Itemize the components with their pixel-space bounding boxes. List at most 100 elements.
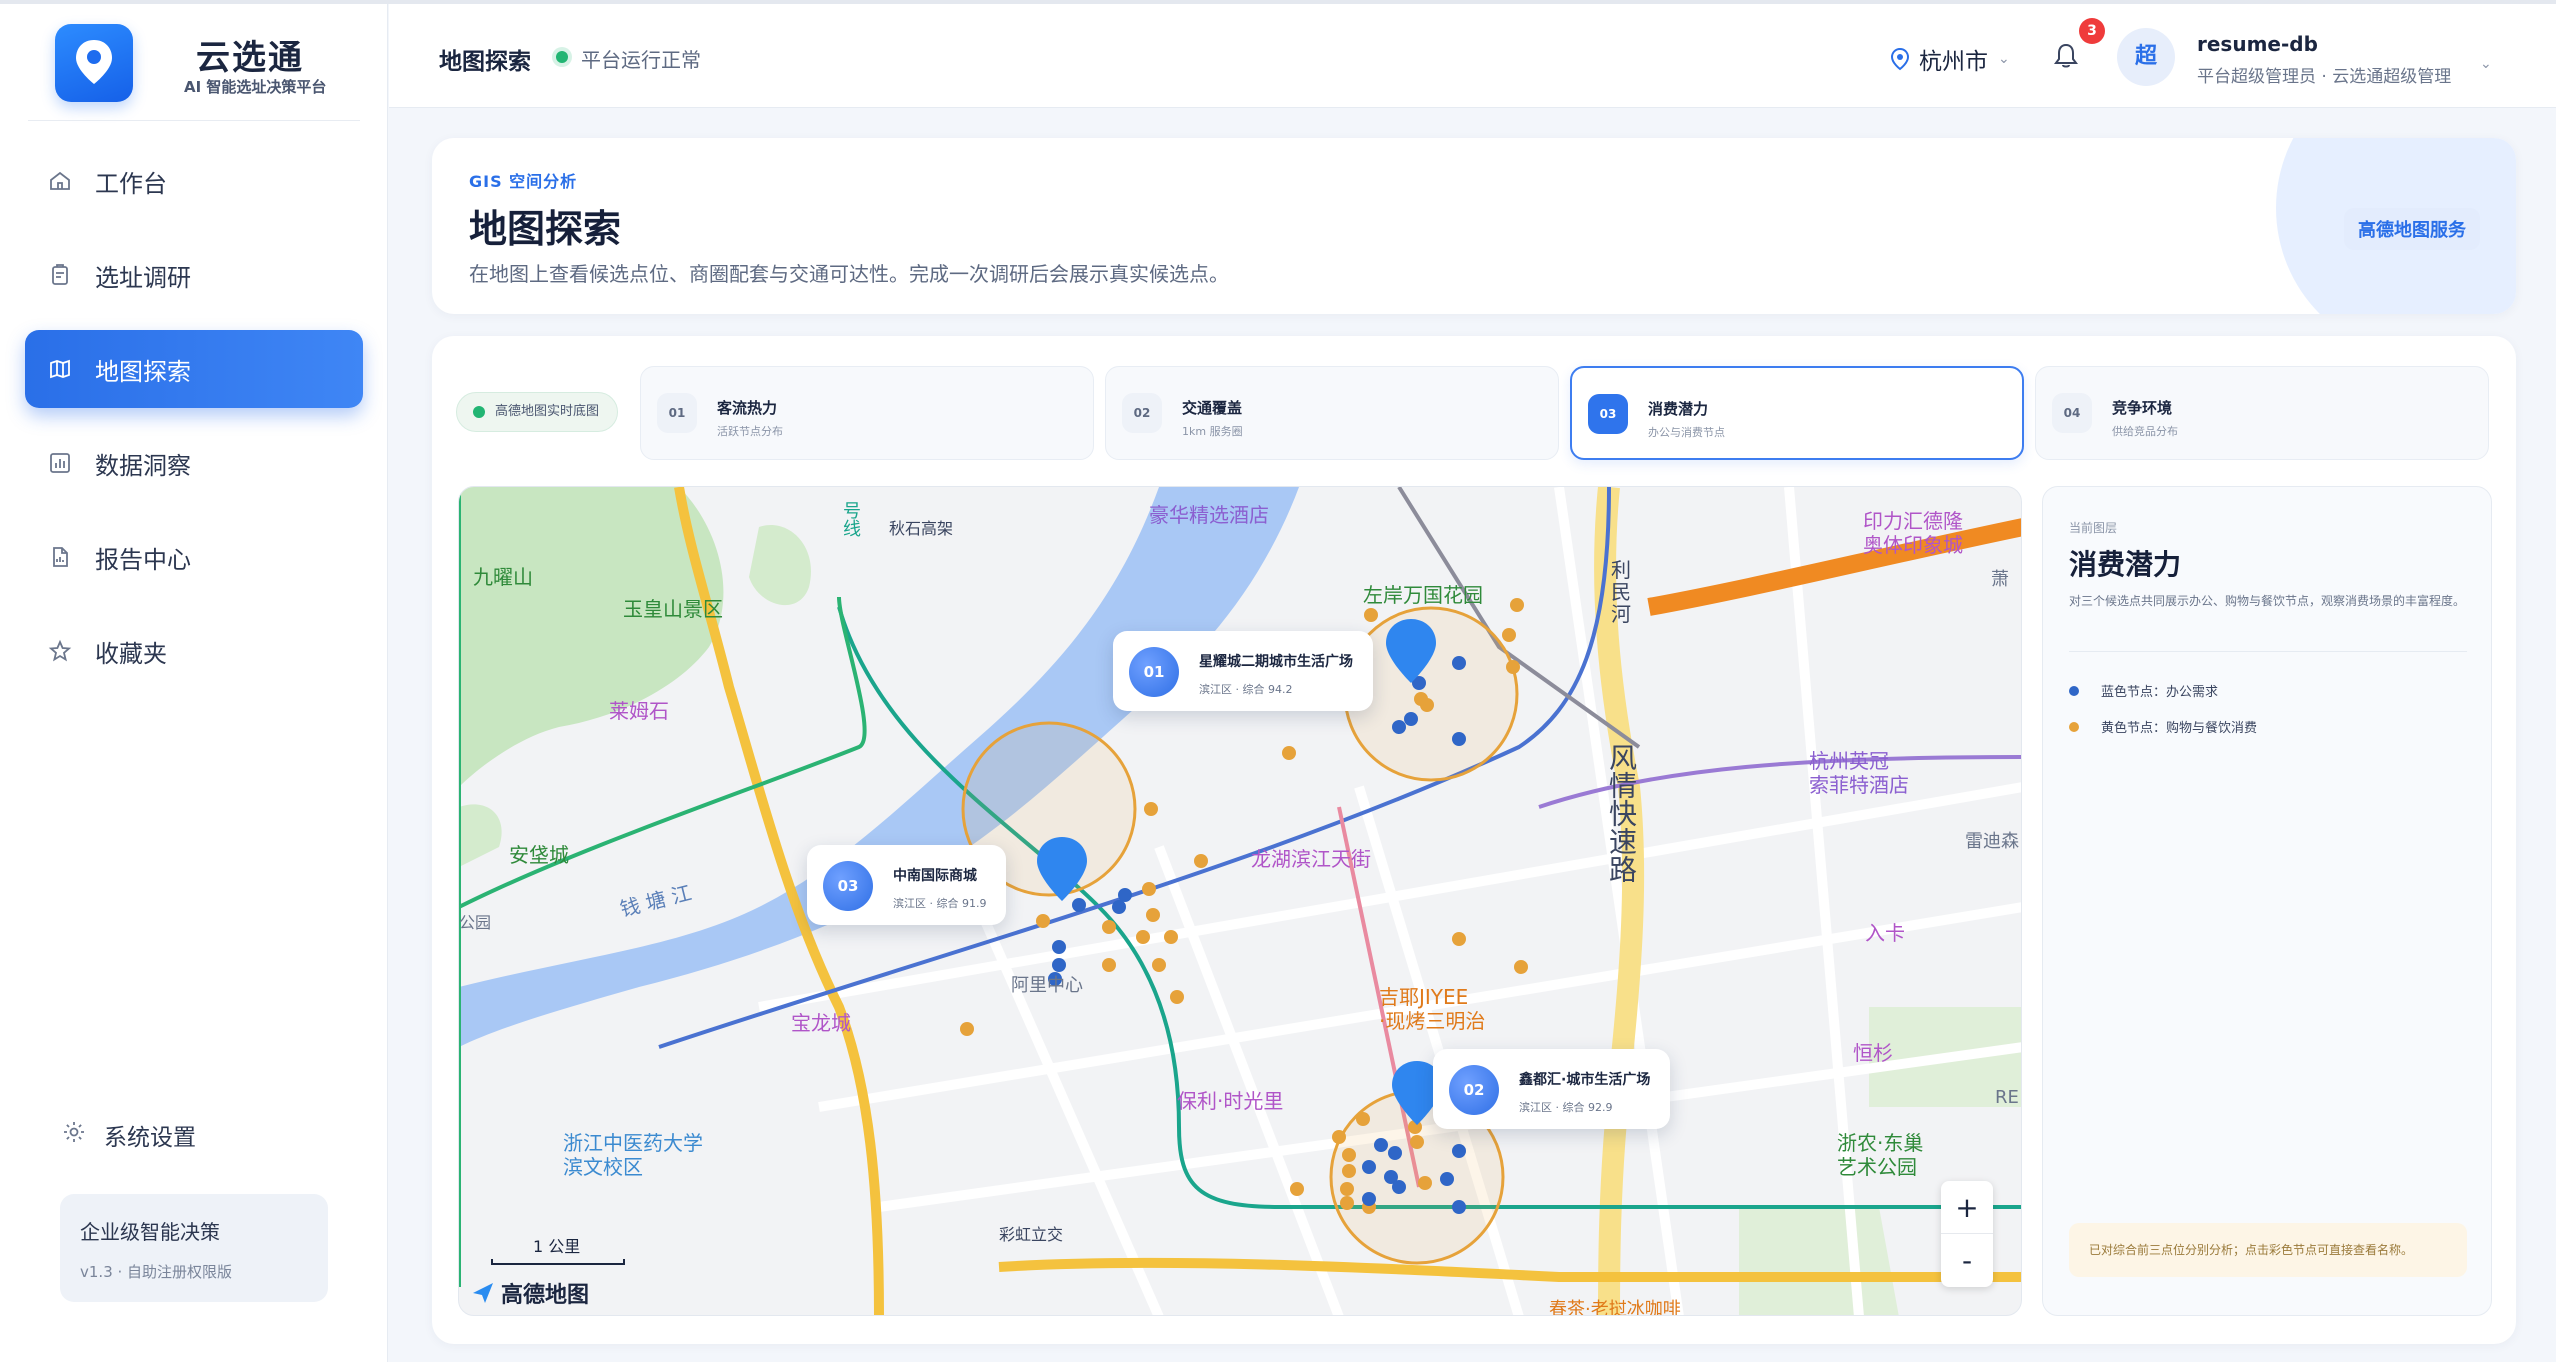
notification-bell[interactable] bbox=[2053, 42, 2079, 74]
city-name: 杭州市 bbox=[1919, 49, 1988, 75]
layer-divider bbox=[2069, 651, 2467, 652]
location-pin-icon bbox=[76, 40, 112, 84]
step-subtitle: 办公与消费节点 bbox=[1648, 426, 1725, 439]
candidate-number: 03 bbox=[823, 861, 873, 911]
map-canvas[interactable]: 钱 塘 江 号线 秋石高架 豪华精选酒店 印力汇德隆 奥体印象城 萧 九曜山 玉… bbox=[458, 486, 2022, 1316]
map-label-leidi: 雷迪森 bbox=[1965, 831, 2019, 852]
brand-tagline: AI 智能选址决策平台 bbox=[184, 78, 327, 96]
candidate-number: 01 bbox=[1129, 647, 1179, 697]
candidate-card-03[interactable]: 03 中南国际商城 滨江区 · 综合 91.9 bbox=[807, 845, 1007, 925]
map-label-baoli: 保利·时光里 bbox=[1177, 1089, 1284, 1113]
chevron-down-icon: ⌄ bbox=[1998, 51, 2010, 67]
page-title: 地图探索 bbox=[439, 49, 531, 75]
gear-icon bbox=[62, 1120, 86, 1150]
map-label-park: 公园 bbox=[459, 913, 492, 932]
map-label-limin-3: 河 bbox=[1611, 602, 1631, 626]
brand-logo[interactable] bbox=[55, 24, 133, 102]
home-icon bbox=[45, 166, 75, 196]
sidebar-item-label: 收藏夹 bbox=[95, 639, 167, 668]
live-dot bbox=[473, 406, 485, 418]
sidebar-item-workbench[interactable]: 工作台 bbox=[25, 142, 363, 220]
sidebar-item-report-center[interactable]: 报告中心 bbox=[25, 518, 363, 596]
map-label-hengshan: 恒杉 bbox=[1853, 1041, 1893, 1065]
step-title: 消费潜力 bbox=[1648, 400, 1709, 418]
step-number: 01 bbox=[657, 393, 697, 433]
legend-label: 蓝色节点：办公需求 bbox=[2101, 685, 2219, 700]
user-name[interactable]: resume-db bbox=[2197, 32, 2318, 56]
step-subtitle: 供给竞品分布 bbox=[2112, 425, 2178, 438]
map-label-ruka: 入卡 bbox=[1865, 921, 1905, 945]
sidebar-item-favorites[interactable]: 收藏夹 bbox=[25, 612, 363, 690]
map-label-zhongyi2: 滨文校区 bbox=[563, 1155, 643, 1179]
amap-service-tag: 高德地图服务 bbox=[2344, 208, 2480, 250]
legend-dot-blue bbox=[2069, 685, 2079, 696]
step-subtitle: 活跃节点分布 bbox=[717, 425, 783, 438]
settings-label: 系统设置 bbox=[104, 1125, 196, 1151]
map-label-limin-1: 利 bbox=[1611, 558, 1631, 582]
map-label-fengqing: 风情快速路 bbox=[1605, 743, 1638, 883]
map-label-road: 秋石高架 bbox=[889, 519, 954, 538]
map-label-river: 钱 塘 江 bbox=[617, 880, 694, 922]
map-label-baolong: 宝龙城 bbox=[791, 1011, 851, 1035]
legend-dot-yellow bbox=[2069, 721, 2079, 732]
location-icon bbox=[1890, 47, 1910, 71]
sidebar-item-label: 地图探索 bbox=[95, 357, 191, 386]
amap-logo: 高德地图 bbox=[469, 1277, 589, 1309]
avatar[interactable]: 超 bbox=[2117, 28, 2175, 86]
user-role: 平台超级管理员 · 云选通超级管理 bbox=[2197, 67, 2452, 87]
sidebar-item-label: 报告中心 bbox=[95, 545, 191, 574]
candidate-card-02[interactable]: 02 鑫都汇·城市生活广场 滨江区 · 综合 92.9 bbox=[1433, 1049, 1671, 1129]
map-label-zuoan: 左岸万国花园 bbox=[1363, 583, 1483, 607]
tab-passenger-heat[interactable]: 01 客流热力 活跃节点分布 bbox=[640, 366, 1094, 460]
chevron-down-icon[interactable]: ⌄ bbox=[2480, 56, 2492, 72]
enterprise-title: 企业级智能决策 bbox=[80, 1220, 220, 1244]
zoom-out-button[interactable]: - bbox=[1941, 1234, 1993, 1287]
system-settings-link[interactable]: 系统设置 bbox=[62, 1118, 196, 1152]
map-label-yinli2: 奥体印象城 bbox=[1863, 533, 1963, 557]
sidebar-divider bbox=[28, 120, 360, 121]
live-chip-label: 高德地图实时底图 bbox=[495, 404, 600, 419]
hero-title: 地图探索 bbox=[469, 207, 622, 251]
candidate-name: 星耀城二期城市生活广场 bbox=[1199, 654, 1353, 670]
map-label-line: 号线 bbox=[840, 501, 861, 537]
candidate-score: 滨江区 · 综合 92.9 bbox=[1519, 1101, 1613, 1114]
notification-badge: 3 bbox=[2079, 18, 2105, 44]
tab-competition[interactable]: 04 竞争环境 供给竞品分布 bbox=[2035, 366, 2489, 460]
brand-name: 云选通 bbox=[196, 38, 304, 78]
sidebar: 云选通 AI 智能选址决策平台 工作台 选址调研 地图探索 数据洞察 报告中心 bbox=[0, 4, 388, 1362]
map-label-yuhuang: 玉皇山景区 bbox=[623, 597, 723, 621]
bar-chart-icon bbox=[45, 448, 75, 478]
scale-bar bbox=[491, 1259, 625, 1265]
legend-label: 黄色节点：购物与餐饮消费 bbox=[2101, 721, 2258, 736]
candidate-card-01[interactable]: 01 星耀城二期城市生活广场 滨江区 · 综合 94.2 bbox=[1113, 631, 1373, 711]
map-icon bbox=[45, 354, 75, 384]
map-label-re: RE bbox=[1995, 1087, 2019, 1108]
enterprise-version: v1.3 · 自助注册权限版 bbox=[80, 1263, 233, 1281]
tab-traffic-coverage[interactable]: 02 交通覆盖 1km 服务圈 bbox=[1105, 366, 1559, 460]
document-icon bbox=[45, 542, 75, 572]
enterprise-card: 企业级智能决策 v1.3 · 自助注册权限版 bbox=[60, 1194, 328, 1302]
hero-card: GIS 空间分析 地图探索 在地图上查看候选点位、商圈配套与交通可达性。完成一次… bbox=[432, 138, 2516, 314]
sidebar-item-data-insight[interactable]: 数据洞察 bbox=[25, 424, 363, 502]
city-selector[interactable]: 杭州市 ⌄ bbox=[1889, 42, 2010, 76]
map-label-jiye2: ·现烤三明治 bbox=[1379, 1009, 1486, 1033]
step-number: 02 bbox=[1122, 393, 1162, 433]
sidebar-item-label: 选址调研 bbox=[95, 263, 191, 292]
legend-consumption: 黄色节点：购物与餐饮消费 bbox=[2069, 717, 2257, 736]
zoom-in-button[interactable]: + bbox=[1941, 1181, 1993, 1234]
map-label-ali: 阿里中心 bbox=[1011, 975, 1083, 996]
legend-office: 蓝色节点：办公需求 bbox=[2069, 681, 2218, 700]
hero-kicker: GIS 空间分析 bbox=[469, 172, 578, 191]
step-title: 交通覆盖 bbox=[1182, 399, 1243, 417]
layer-info-card: 当前图层 消费潜力 对三个候选点共同展示办公、购物与餐饮节点，观察消费场景的丰富… bbox=[2042, 486, 2492, 1316]
candidate-name: 中南国际商城 bbox=[893, 868, 977, 884]
live-basemap-chip: 高德地图实时底图 bbox=[456, 392, 619, 432]
map-label-zhenong2: 艺术公园 bbox=[1837, 1155, 1917, 1179]
tab-consumption-potential[interactable]: 03 消费潜力 办公与消费节点 bbox=[1570, 366, 2024, 460]
amap-logo-text: 高德地图 bbox=[501, 1283, 590, 1308]
layer-kicker: 当前图层 bbox=[2069, 521, 2118, 535]
status-dot bbox=[556, 51, 568, 63]
map-label-anjie: 安垡城 bbox=[509, 843, 569, 867]
sidebar-item-map-explore[interactable]: 地图探索 bbox=[25, 330, 363, 408]
sidebar-item-site-research[interactable]: 选址调研 bbox=[25, 236, 363, 314]
